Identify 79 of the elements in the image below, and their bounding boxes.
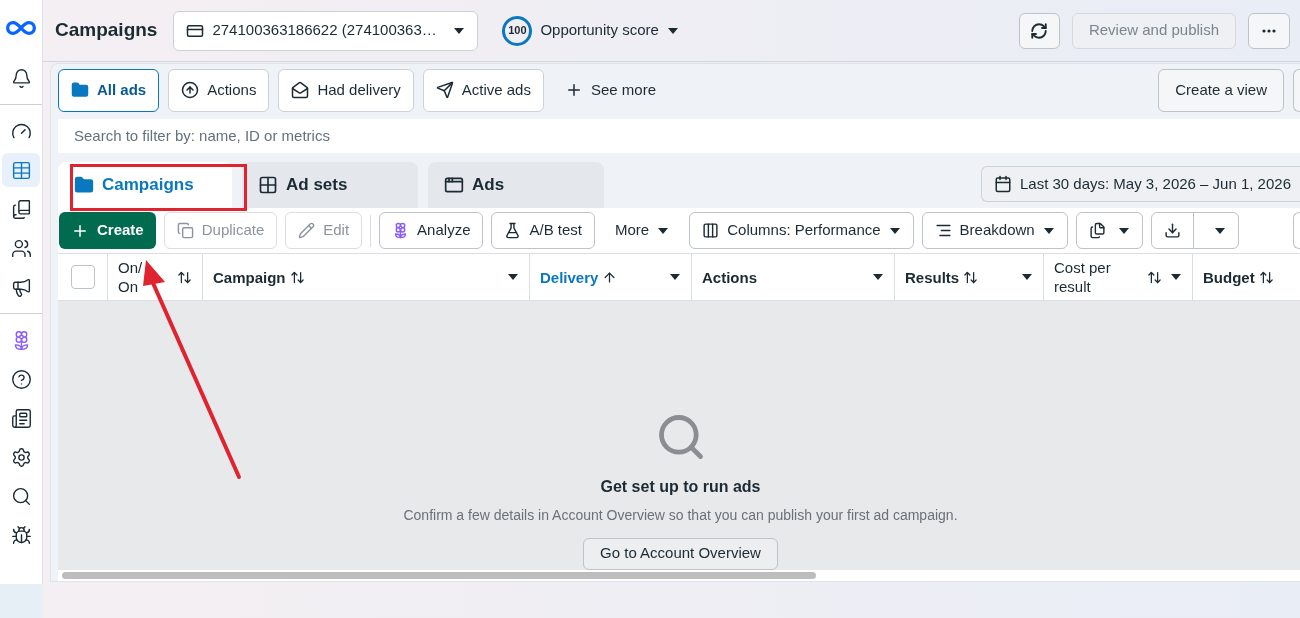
toolbar-button[interactable]: A/B test: [491, 212, 595, 250]
refresh-icon: [1030, 21, 1049, 40]
folder-icon: [71, 81, 89, 100]
dropdown-button[interactable]: Breakdown: [921, 212, 1068, 250]
see-more-button[interactable]: See more: [552, 68, 668, 112]
column-header[interactable]: Budget: [1193, 254, 1300, 300]
caret-icon: [1042, 226, 1055, 235]
search-field[interactable]: Search to filter by: name, ID or metrics: [58, 118, 1300, 153]
pencil-icon: [298, 222, 316, 240]
filter-chip[interactable]: Active ads: [422, 68, 544, 112]
sort-icon: [289, 269, 305, 285]
refresh-button[interactable]: [1018, 12, 1060, 49]
columns-icon: [702, 222, 720, 240]
search-icon: [10, 485, 32, 507]
date-range-button[interactable]: Last 30 days: May 3, 2026 – Jun 1, 2026: [980, 166, 1300, 203]
select-all-checkbox[interactable]: [70, 265, 95, 289]
create-button[interactable]: Create: [59, 212, 156, 250]
create-view-button[interactable]: Create a view: [1158, 68, 1284, 112]
filter-chip[interactable]: All ads: [58, 68, 160, 112]
more-icon: [1262, 28, 1276, 33]
column-header[interactable]: Delivery: [530, 254, 692, 300]
caret-icon: [1117, 226, 1130, 235]
more-menu-button[interactable]: More: [603, 212, 682, 250]
arrow-circle-icon: [181, 81, 200, 100]
column-header[interactable]: Actions: [692, 254, 895, 300]
sort-icon: [177, 269, 192, 285]
opportunity-score[interactable]: 100 Opportunity score: [502, 15, 679, 46]
window-icon: [444, 175, 464, 196]
dropdown-button[interactable]: Columns: Performance: [689, 212, 914, 250]
caret-icon: [872, 273, 884, 281]
sort-ascending-icon: [602, 269, 618, 285]
caret-icon: [1213, 226, 1226, 235]
calendar-icon: [993, 175, 1012, 194]
caret-icon: [888, 226, 901, 235]
score-badge: 100: [502, 15, 533, 46]
caret-icon: [1021, 273, 1033, 281]
pages-icon: [1088, 222, 1106, 240]
send-icon: [435, 81, 454, 100]
caret-icon: [453, 26, 466, 35]
sort-icon: [963, 269, 979, 285]
tab[interactable]: Ad sets: [242, 162, 418, 209]
empty-state-title: Get set up to run ads: [600, 476, 761, 497]
bug-icon: [10, 524, 32, 546]
caret-icon: [1170, 273, 1182, 281]
book-icon: [10, 198, 32, 220]
column-header[interactable]: Results: [895, 254, 1044, 300]
filter-chip[interactable]: Had delivery: [278, 68, 414, 112]
account-overview-button[interactable]: Go to Account Overview: [583, 537, 778, 570]
sort-icon: [1147, 269, 1162, 285]
people-icon: [10, 237, 32, 259]
flask-icon: [504, 222, 522, 240]
caret-icon: [669, 273, 681, 281]
caret-icon: [666, 26, 679, 35]
table-icon: [10, 159, 32, 181]
download-split-button[interactable]: [1150, 212, 1239, 250]
download-icon: [1163, 222, 1181, 240]
tab[interactable]: Ads: [428, 162, 604, 209]
caret-icon: [657, 226, 670, 235]
envelope-icon: [291, 81, 310, 100]
pages-dropdown[interactable]: [1075, 212, 1143, 250]
toolbar-button[interactable]: Analyze: [379, 212, 484, 250]
caret-icon: [507, 273, 519, 281]
help-icon: [10, 368, 32, 390]
settings-icon: [10, 446, 32, 468]
page-title: Campaigns: [55, 18, 158, 43]
column-header[interactable]: Campaign: [203, 254, 530, 300]
sort-icon: [1258, 269, 1274, 285]
bell-icon: [10, 67, 32, 89]
grid-icon: [258, 175, 278, 196]
empty-state-text: Confirm a few details in Account Overview so that you can publish your first ad campaign.: [403, 505, 958, 525]
folder-icon: [74, 175, 94, 196]
copy-icon: [176, 222, 194, 240]
account-selector[interactable]: 274100363186622 (274100363…: [173, 10, 479, 51]
newspaper-icon: [10, 407, 32, 429]
column-header[interactable]: Cost per result: [1044, 254, 1193, 300]
scrollbar[interactable]: [62, 571, 816, 579]
tab[interactable]: Campaigns: [58, 162, 232, 209]
filter-chip[interactable]: Actions: [168, 68, 270, 112]
megaphone-icon: [10, 276, 32, 298]
